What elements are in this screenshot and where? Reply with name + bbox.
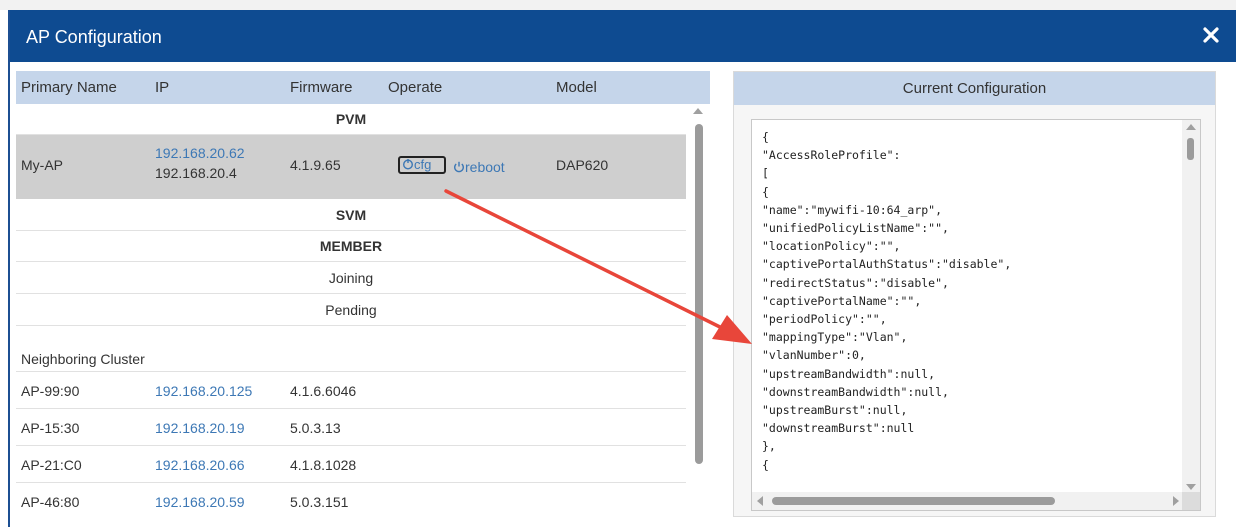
dialog-titlebar: AP Configuration bbox=[10, 10, 1236, 62]
table-scrollbar[interactable] bbox=[688, 104, 710, 517]
reboot-button[interactable]: reboot bbox=[453, 159, 505, 175]
config-line: "vlanNumber":0, bbox=[762, 348, 866, 363]
config-line: "name":"mywifi-10:64_arp", bbox=[762, 202, 943, 217]
neighbor-name: AP-21:C0 bbox=[21, 457, 82, 473]
config-line: "mappingType":"Vlan", bbox=[762, 330, 908, 345]
config-horizontal-scrollbar[interactable] bbox=[752, 492, 1184, 510]
configuration-text: { "AccessRoleProfile": [ { "name":"mywifi-10… bbox=[762, 128, 1011, 474]
config-line: "redirectStatus":"disable", bbox=[762, 275, 949, 290]
column-header-operate[interactable]: Operate bbox=[388, 79, 442, 96]
config-line: }, bbox=[762, 439, 776, 454]
neighbor-firmware: 5.0.3.13 bbox=[290, 420, 341, 436]
neighbor-firmware: 5.0.3.151 bbox=[290, 494, 349, 510]
config-line: { bbox=[762, 184, 769, 199]
config-horizontal-scrollbar-thumb[interactable] bbox=[772, 497, 1055, 505]
neighbor-ip-link[interactable]: 192.168.20.66 bbox=[155, 457, 245, 473]
ap-firmware: 4.1.9.65 bbox=[290, 157, 341, 173]
config-line: "locationPolicy":"", bbox=[762, 239, 901, 254]
section-svm: SVM bbox=[16, 199, 686, 231]
table-scrollbar-thumb[interactable] bbox=[695, 124, 703, 464]
section-pending: Pending bbox=[16, 294, 686, 326]
scroll-up-arrow-icon[interactable] bbox=[1186, 124, 1196, 130]
ap-ip-secondary: 192.168.20.4 bbox=[155, 165, 237, 181]
cfg-label: cfg bbox=[414, 157, 432, 172]
ap-model: DAP620 bbox=[556, 157, 609, 173]
config-vertical-scrollbar[interactable] bbox=[1182, 120, 1200, 494]
column-header-model[interactable]: Model bbox=[556, 79, 597, 96]
reboot-label: reboot bbox=[465, 159, 505, 175]
neighbor-ip-link[interactable]: 192.168.20.125 bbox=[155, 383, 252, 399]
cfg-button[interactable]: cfg bbox=[398, 156, 446, 174]
config-line: "downstreamBandwidth":null, bbox=[762, 384, 949, 399]
scroll-up-arrow-icon[interactable] bbox=[693, 108, 703, 114]
table-row[interactable]: AP-15:30 192.168.20.19 5.0.3.13 bbox=[16, 409, 686, 446]
table-row-my-ap[interactable]: My-AP 192.168.20.62 192.168.20.4 4.1.9.6… bbox=[16, 135, 686, 199]
config-line: [ bbox=[762, 166, 769, 181]
configuration-textarea[interactable]: { "AccessRoleProfile": [ { "name":"mywifi-10… bbox=[751, 119, 1201, 511]
column-header-ip[interactable]: IP bbox=[155, 79, 169, 96]
table-row[interactable]: AP-21:C0 192.168.20.66 4.1.8.1028 bbox=[16, 446, 686, 483]
ap-ip-link[interactable]: 192.168.20.62 bbox=[155, 145, 245, 161]
ap-table: Primary Name IP Firmware Operate Model P… bbox=[16, 71, 710, 517]
ap-table-body: PVM My-AP 192.168.20.62 192.168.20.4 4.1… bbox=[16, 104, 686, 517]
neighbor-name: AP-46:80 bbox=[21, 494, 80, 510]
section-member: MEMBER bbox=[16, 231, 686, 262]
close-icon[interactable] bbox=[1200, 24, 1222, 46]
section-neighboring-cluster: Neighboring Cluster bbox=[16, 326, 686, 372]
neighbor-firmware: 4.1.6.6046 bbox=[290, 383, 357, 399]
neighbor-ip-link[interactable]: 192.168.20.59 bbox=[155, 494, 245, 510]
scroll-left-arrow-icon[interactable] bbox=[757, 496, 763, 506]
scrollbar-corner bbox=[1182, 492, 1200, 510]
neighboring-cluster-label: Neighboring Cluster bbox=[21, 351, 145, 367]
table-row[interactable]: AP-99:90 192.168.20.125 4.1.6.6046 bbox=[16, 372, 686, 409]
scroll-right-arrow-icon[interactable] bbox=[1173, 496, 1179, 506]
dialog-title: AP Configuration bbox=[26, 27, 162, 47]
cfg-icon bbox=[402, 159, 414, 170]
config-line: "captivePortalName":"", bbox=[762, 293, 922, 308]
power-icon bbox=[454, 161, 464, 173]
current-configuration-header: Current Configuration bbox=[734, 72, 1215, 105]
config-line: { bbox=[762, 130, 769, 144]
scroll-down-arrow-icon[interactable] bbox=[1186, 484, 1196, 490]
background-strip bbox=[0, 0, 1236, 10]
ap-table-header: Primary Name IP Firmware Operate Model bbox=[16, 71, 710, 104]
section-joining: Joining bbox=[16, 262, 686, 294]
config-line: "captivePortalAuthStatus":"disable", bbox=[762, 257, 1012, 272]
neighbor-name: AP-15:30 bbox=[21, 420, 80, 436]
column-header-primary-name[interactable]: Primary Name bbox=[21, 79, 117, 96]
neighbor-ip-link[interactable]: 192.168.20.19 bbox=[155, 420, 245, 436]
neighbor-firmware: 4.1.8.1028 bbox=[290, 457, 357, 473]
config-line: { bbox=[762, 457, 769, 472]
config-line: "upstreamBurst":null, bbox=[762, 403, 908, 418]
column-header-firmware[interactable]: Firmware bbox=[290, 79, 353, 96]
neighbor-name: AP-99:90 bbox=[21, 383, 80, 399]
config-line: "downstreamBurst":null bbox=[762, 421, 915, 436]
config-vertical-scrollbar-thumb[interactable] bbox=[1187, 138, 1194, 160]
current-configuration-panel: Current Configuration { "AccessRoleProfil… bbox=[733, 71, 1216, 517]
config-line: "AccessRoleProfile": bbox=[762, 148, 901, 163]
ap-name: My-AP bbox=[21, 157, 63, 173]
config-line: "upstreamBandwidth":null, bbox=[762, 366, 936, 381]
table-row[interactable]: AP-46:80 192.168.20.59 5.0.3.151 bbox=[16, 483, 686, 517]
section-pvm: PVM bbox=[16, 104, 686, 135]
config-line: "unifiedPolicyListName":"", bbox=[762, 221, 949, 236]
config-line: "periodPolicy":"", bbox=[762, 312, 887, 327]
